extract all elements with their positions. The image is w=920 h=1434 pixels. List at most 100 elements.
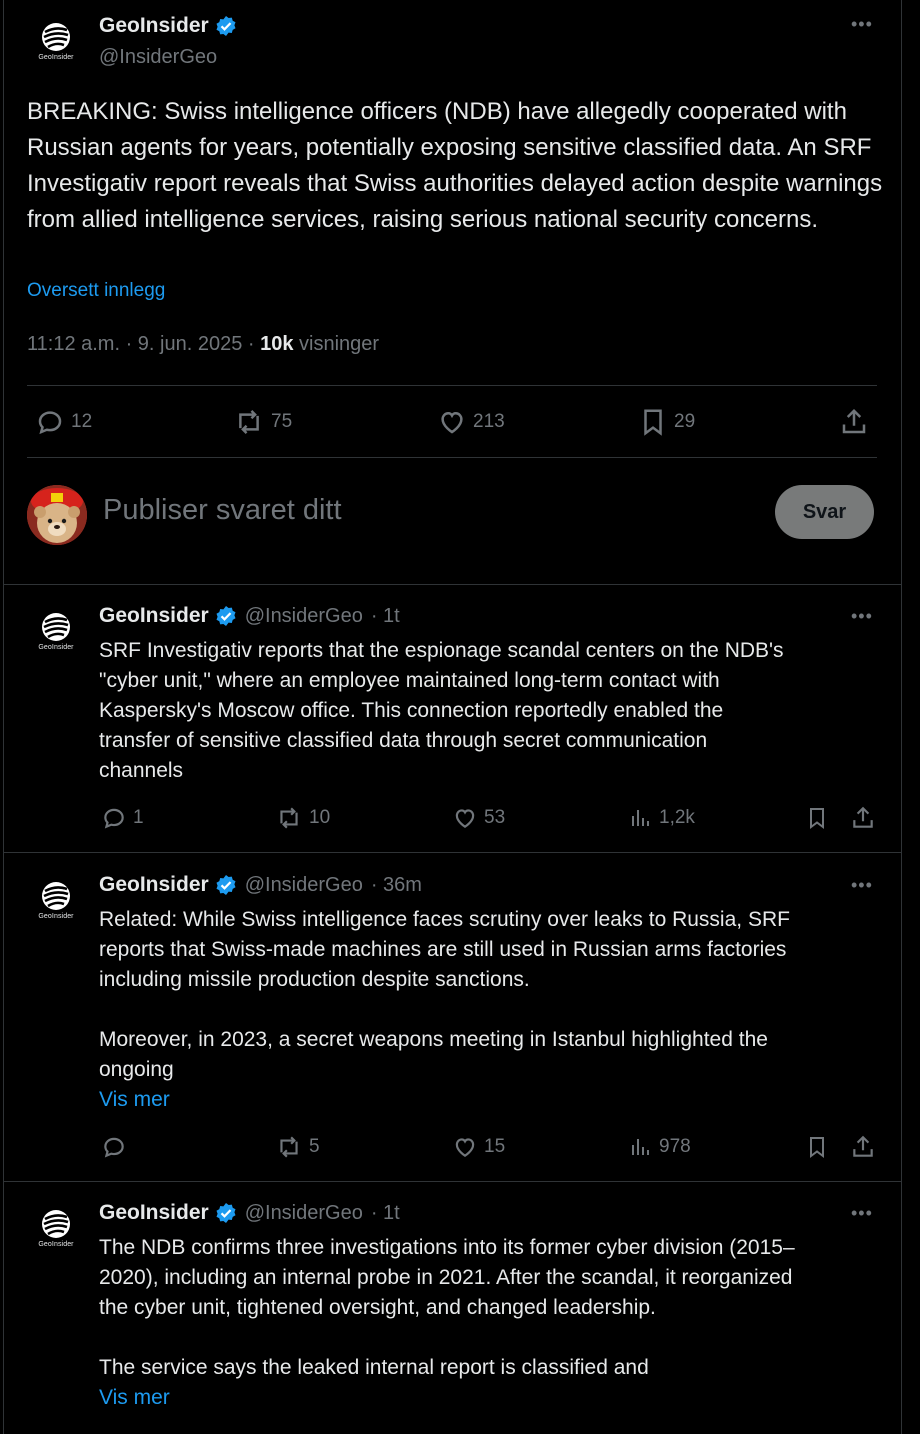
reply-author-name-label: GeoInsider <box>99 873 209 896</box>
author-name-label: GeoInsider <box>99 14 209 37</box>
post-timestamp[interactable]: 11:12 a.m. · 9. jun. 2025 · <box>27 333 260 355</box>
bookmark-button[interactable] <box>805 1134 829 1160</box>
geoinsider-logo-icon <box>42 23 70 51</box>
reply-text: The NDB confirms three investigations in… <box>99 1233 879 1413</box>
views-chart-icon <box>632 1139 649 1155</box>
reply-header: GeoInsider @InsiderGeo · 36m <box>99 873 422 897</box>
reply-handle[interactable]: @InsiderGeo <box>245 874 363 897</box>
reply-button[interactable]: 1 <box>101 805 144 831</box>
like-count: 213 <box>473 411 505 432</box>
reply-time[interactable]: · 36m <box>371 874 422 897</box>
reply-input[interactable]: Publiser svaret ditt <box>103 494 342 527</box>
show-more-link[interactable]: Vis mer <box>99 1383 879 1413</box>
divider <box>3 1181 902 1182</box>
heart-icon <box>455 809 475 828</box>
divider <box>27 385 877 386</box>
verified-badge-icon[interactable] <box>215 1202 237 1224</box>
views-button[interactable]: 978 <box>629 1134 691 1160</box>
more-options-icon[interactable]: ••• <box>851 1203 873 1224</box>
reply-author-name[interactable]: GeoInsider <box>99 1201 237 1225</box>
reply-line: Kaspersky's Moscow office. This connecti… <box>99 699 724 722</box>
reply-author-name[interactable]: GeoInsider <box>99 604 237 628</box>
show-more-link[interactable]: Vis mer <box>99 1085 879 1115</box>
reply-line: ongoing <box>99 1058 174 1081</box>
reply-icon <box>104 808 124 829</box>
more-options-icon[interactable]: ••• <box>851 875 873 896</box>
user-avatar[interactable] <box>27 485 87 545</box>
bookmark-button[interactable]: 29 <box>638 407 695 437</box>
reply-time[interactable]: · 1t <box>371 605 400 628</box>
more-options-icon[interactable]: ••• <box>851 606 873 627</box>
like-button[interactable]: 213 <box>437 407 505 437</box>
share-icon <box>842 408 866 434</box>
view-count: 10k <box>260 333 294 355</box>
heart-icon <box>455 1138 475 1157</box>
reply-text: SRF Investigativ reports that the espion… <box>99 636 879 786</box>
divider <box>3 584 902 585</box>
share-button[interactable] <box>850 805 876 831</box>
repost-icon <box>280 1136 298 1158</box>
geoinsider-logo-icon <box>42 1210 70 1238</box>
repost-count: 10 <box>309 807 331 828</box>
like-count: 15 <box>484 1136 506 1157</box>
verified-badge-icon[interactable] <box>215 605 237 627</box>
verified-badge-icon[interactable] <box>215 15 237 37</box>
reply-button[interactable] <box>101 1134 133 1160</box>
reply-avatar[interactable]: GeoInsider <box>34 1209 78 1253</box>
bookmark-icon <box>810 808 824 829</box>
reply-avatar[interactable]: GeoInsider <box>34 612 78 656</box>
author-name[interactable]: GeoInsider <box>99 14 237 38</box>
reply-line: channels <box>99 759 184 782</box>
reply-header: GeoInsider @InsiderGeo · 1t <box>99 1201 400 1225</box>
reply-line: The NDB confirms three investigations in… <box>99 1236 795 1259</box>
logo-text: GeoInsider <box>38 54 74 61</box>
reply-line: the cyber unit, tightened oversight, and… <box>99 1296 656 1319</box>
reply-line: Moreover, in 2023, a secret weapons meet… <box>99 1028 768 1051</box>
author-handle[interactable]: @InsiderGeo <box>99 46 217 69</box>
reply-text: Related: While Swiss intelligence faces … <box>99 905 879 1115</box>
more-options-icon[interactable]: ••• <box>851 14 873 35</box>
like-button[interactable]: 15 <box>452 1134 505 1160</box>
heart-icon <box>441 411 463 434</box>
repost-icon <box>239 410 259 434</box>
reply-line: 2020), including an internal probe in 20… <box>99 1266 793 1289</box>
bookmark-count: 29 <box>674 411 696 432</box>
bookmark-icon <box>810 1137 824 1158</box>
reply-count: 12 <box>71 411 93 432</box>
reply-handle[interactable]: @InsiderGeo <box>245 1202 363 1225</box>
share-icon <box>853 806 873 828</box>
reply-count: 1 <box>133 807 144 828</box>
reply-button[interactable]: 12 <box>35 407 92 437</box>
reply-avatar[interactable]: GeoInsider <box>34 881 78 925</box>
logo-text: GeoInsider <box>38 913 74 920</box>
author-avatar[interactable]: GeoInsider <box>34 22 78 66</box>
reply-author-name[interactable]: GeoInsider <box>99 873 237 897</box>
reply-submit-button[interactable]: Svar <box>775 485 874 539</box>
views-button[interactable]: 1,2k <box>629 805 695 831</box>
translate-link[interactable]: Oversett innlegg <box>27 280 165 302</box>
reply-line: including missile production despite san… <box>99 968 530 991</box>
share-button[interactable] <box>839 407 869 437</box>
logo-text: GeoInsider <box>38 1241 74 1248</box>
bookmark-button[interactable] <box>805 805 829 831</box>
repost-button[interactable]: 5 <box>275 1134 320 1160</box>
reply-handle[interactable]: @InsiderGeo <box>245 605 363 628</box>
reply-line: The service says the leaked internal rep… <box>99 1356 649 1379</box>
verified-badge-icon[interactable] <box>215 874 237 896</box>
repost-button[interactable]: 75 <box>233 407 292 437</box>
reply-time[interactable]: · 1t <box>371 1202 400 1225</box>
share-button[interactable] <box>850 1134 876 1160</box>
repost-count: 5 <box>309 1136 320 1157</box>
reply-line <box>99 995 879 1025</box>
views-chart-icon <box>632 810 649 826</box>
reply-author-name-label: GeoInsider <box>99 604 209 627</box>
reply-line: Related: While Swiss intelligence faces … <box>99 908 790 931</box>
reply-line: "cyber unit," where an employee maintain… <box>99 669 720 692</box>
reply-icon <box>104 1137 124 1158</box>
post-text: BREAKING: Swiss intelligence officers (N… <box>27 98 883 233</box>
like-count: 53 <box>484 807 506 828</box>
logo-text: GeoInsider <box>38 644 74 651</box>
like-button[interactable]: 53 <box>452 805 505 831</box>
teddy-bear-avatar-icon <box>27 485 87 545</box>
repost-button[interactable]: 10 <box>275 805 330 831</box>
